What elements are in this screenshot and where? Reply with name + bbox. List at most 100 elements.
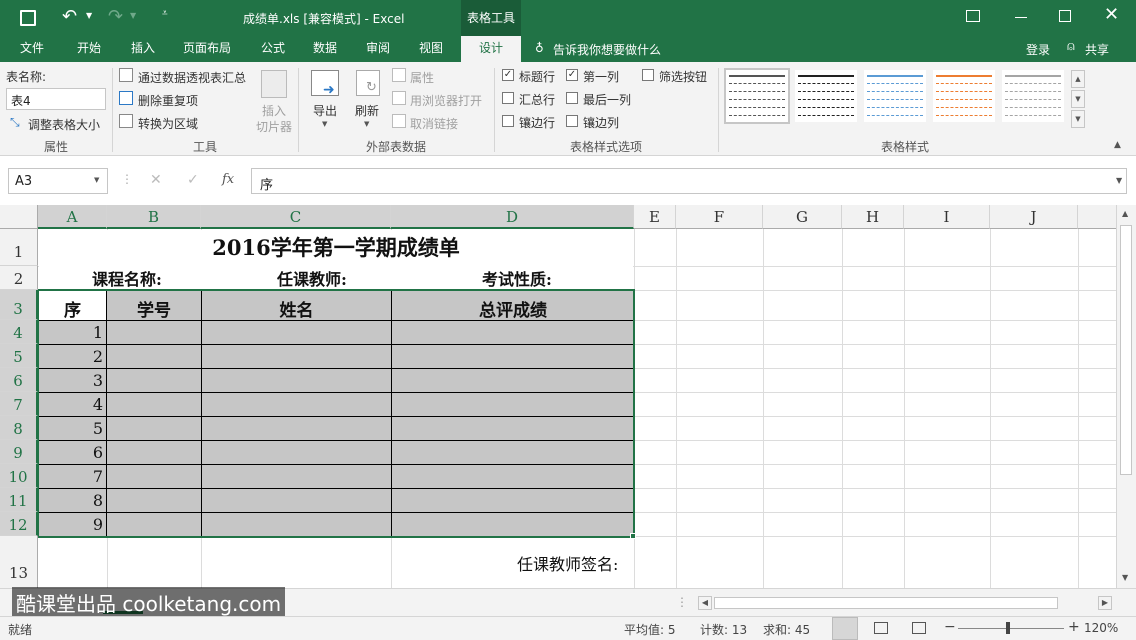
column-header-f[interactable]: F <box>676 205 763 229</box>
maximize-icon[interactable] <box>1059 10 1071 22</box>
tab-view[interactable]: 视图 <box>408 36 454 62</box>
serial-cell[interactable]: 4 <box>39 395 103 414</box>
column-header-k[interactable] <box>1078 205 1116 229</box>
save-icon[interactable] <box>20 10 36 26</box>
scroll-down-icon[interactable]: ▼ <box>1122 573 1128 582</box>
column-header-a[interactable]: A <box>38 205 107 229</box>
vertical-scrollbar[interactable]: ▲ ▼ <box>1116 205 1136 588</box>
name-box[interactable]: A3 <box>8 168 108 194</box>
column-header-i[interactable]: I <box>904 205 990 229</box>
row-header-12[interactable]: 12 <box>0 512 38 536</box>
resize-table-button[interactable]: 调整表格大小 <box>28 116 100 133</box>
vertical-scroll-thumb[interactable] <box>1120 225 1132 475</box>
zoom-slider-thumb[interactable] <box>1006 622 1010 634</box>
horizontal-scroll-thumb[interactable] <box>714 597 1058 609</box>
column-header-d[interactable]: D <box>391 205 634 229</box>
table-style-swatch[interactable] <box>933 70 995 122</box>
row-header-10[interactable]: 10 <box>0 464 38 488</box>
name-box-dropdown-icon[interactable]: ▼ <box>94 176 99 184</box>
serial-cell[interactable]: 5 <box>39 419 103 438</box>
page-layout-view-icon[interactable] <box>874 622 888 634</box>
total-row-checkbox[interactable] <box>502 92 514 104</box>
serial-cell[interactable]: 9 <box>39 515 103 534</box>
column-header-c[interactable]: C <box>201 205 391 229</box>
zoom-slider-track[interactable] <box>958 628 1064 629</box>
close-icon[interactable]: ✕ <box>1104 4 1119 25</box>
insert-function-icon[interactable]: fx <box>222 172 234 187</box>
row-header-11[interactable]: 11 <box>0 488 38 512</box>
row-header-13[interactable]: 13 <box>0 536 38 588</box>
status-sum[interactable]: 求和: 45 <box>763 621 810 638</box>
export-dropdown-icon[interactable]: ▼ <box>322 120 327 128</box>
customize-qat-icon[interactable]: ⩡ <box>162 8 168 19</box>
tab-review[interactable]: 审阅 <box>355 36 401 62</box>
column-header-g[interactable]: G <box>763 205 842 229</box>
serial-cell[interactable]: 1 <box>39 323 103 342</box>
banded-columns-checkbox[interactable] <box>566 115 578 127</box>
tab-formulas[interactable]: 公式 <box>250 36 296 62</box>
ribbon-display-icon[interactable] <box>966 10 980 22</box>
serial-cell[interactable]: 7 <box>39 467 103 486</box>
teacher-label[interactable]: 任课教师: <box>277 266 347 290</box>
tab-insert[interactable]: 插入 <box>120 36 166 62</box>
undo-icon[interactable]: ↶ <box>62 6 77 27</box>
normal-view-icon[interactable] <box>832 617 858 640</box>
course-name-label[interactable]: 课程名称: <box>92 266 162 290</box>
row-header-1[interactable]: 1 <box>0 229 38 266</box>
zoom-in-icon[interactable]: + <box>1068 619 1080 635</box>
filter-button-checkbox[interactable] <box>642 69 654 81</box>
table-style-swatch[interactable] <box>864 70 926 122</box>
formula-input[interactable]: 序 <box>251 168 1127 194</box>
last-column-checkbox[interactable] <box>566 92 578 104</box>
serial-cell[interactable]: 6 <box>39 443 103 462</box>
tab-page-layout[interactable]: 页面布局 <box>174 36 240 62</box>
fill-handle[interactable] <box>630 533 636 539</box>
tab-file[interactable]: 文件 <box>8 36 56 62</box>
header-name[interactable]: 姓名 <box>202 296 391 321</box>
page-break-view-icon[interactable] <box>912 622 926 634</box>
collapse-ribbon-icon[interactable]: ▲ <box>1114 140 1121 150</box>
external-properties-button[interactable]: 属性 <box>410 69 434 86</box>
gallery-more-icon[interactable]: ▼ <box>1071 110 1085 128</box>
serial-cell[interactable]: 3 <box>39 371 103 390</box>
selection-range[interactable] <box>37 289 635 538</box>
zoom-out-icon[interactable]: − <box>944 619 956 635</box>
insert-slicer-button[interactable]: 插入 <box>262 102 286 119</box>
header-total-score[interactable]: 总评成绩 <box>392 296 634 321</box>
row-header-6[interactable]: 6 <box>0 368 38 392</box>
column-header-b[interactable]: B <box>107 205 201 229</box>
status-average[interactable]: 平均值: 5 <box>624 621 676 638</box>
serial-cell[interactable]: 2 <box>39 347 103 366</box>
tab-design[interactable]: 设计 <box>461 36 521 62</box>
gallery-scroll-down-icon[interactable]: ▼ <box>1071 90 1085 108</box>
table-style-swatch[interactable] <box>724 68 790 124</box>
export-button[interactable]: 导出 <box>313 102 337 119</box>
scroll-up-icon[interactable]: ▲ <box>1122 209 1128 218</box>
tab-data[interactable]: 数据 <box>302 36 348 62</box>
scroll-right-icon[interactable]: ▶ <box>1098 596 1112 610</box>
remove-duplicates-button[interactable]: 删除重复项 <box>138 92 198 109</box>
row-header-5[interactable]: 5 <box>0 344 38 368</box>
first-column-checkbox[interactable]: ✓ <box>566 69 578 81</box>
header-serial[interactable]: 序 <box>39 296 106 321</box>
column-header-e[interactable]: E <box>634 205 676 229</box>
convert-to-range-button[interactable]: 转换为区域 <box>138 115 198 132</box>
share-button[interactable]: 共享 <box>1085 41 1109 58</box>
table-name-input[interactable]: 表4 <box>6 88 106 110</box>
summarize-pivot-button[interactable]: 通过数据透视表汇总 <box>138 69 246 86</box>
signature-label[interactable]: 任课教师签名: <box>517 551 618 575</box>
open-in-browser-button[interactable]: 用浏览器打开 <box>410 92 482 109</box>
serial-cell[interactable]: 8 <box>39 491 103 510</box>
status-count[interactable]: 计数: 13 <box>700 621 747 638</box>
unlink-button[interactable]: 取消链接 <box>410 115 458 132</box>
header-student-id[interactable]: 学号 <box>107 296 201 321</box>
sheet-title[interactable]: 2016学年第一学期成绩单 <box>38 232 634 262</box>
gallery-scroll-up-icon[interactable]: ▲ <box>1071 70 1085 88</box>
column-header-j[interactable]: J <box>990 205 1078 229</box>
tell-me-search[interactable]: 告诉我你想要做什么 <box>553 41 661 58</box>
row-header-4[interactable]: 4 <box>0 320 38 344</box>
minimize-icon[interactable] <box>1015 17 1027 18</box>
row-header-9[interactable]: 9 <box>0 440 38 464</box>
banded-rows-checkbox[interactable] <box>502 115 514 127</box>
row-header-7[interactable]: 7 <box>0 392 38 416</box>
